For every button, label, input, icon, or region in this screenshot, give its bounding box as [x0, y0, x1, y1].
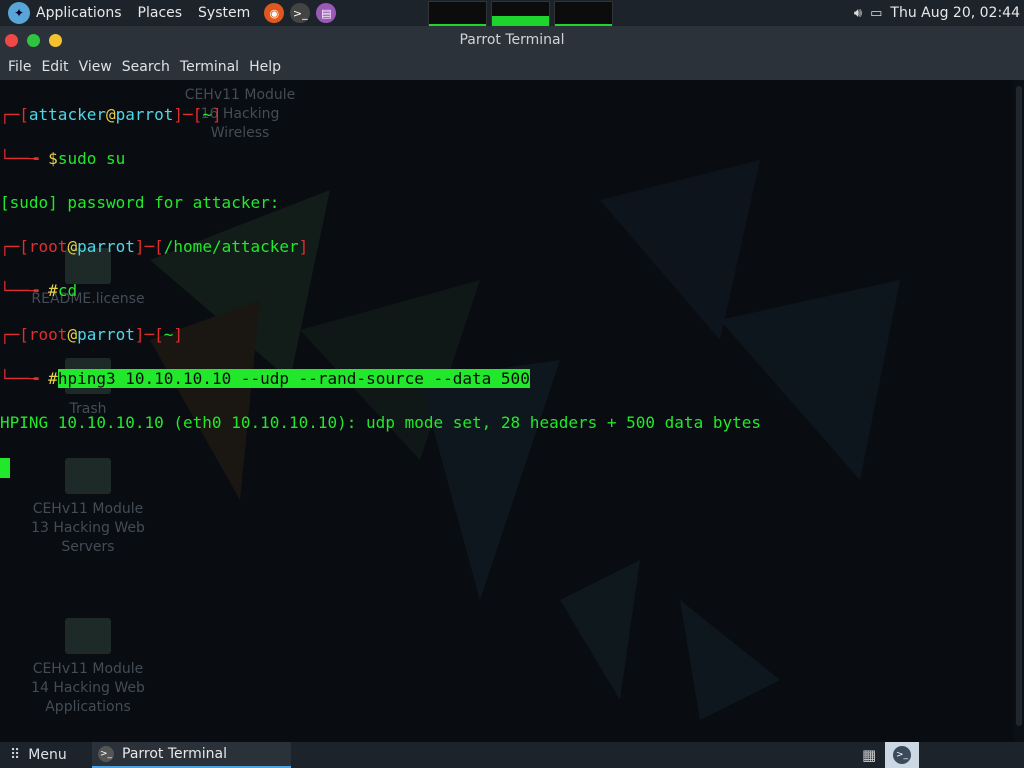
menu-terminal[interactable]: Terminal [180, 59, 239, 75]
terminal-scrollbar[interactable] [1014, 80, 1024, 742]
window-title: Parrot Terminal [459, 32, 565, 48]
memory-monitor [491, 1, 550, 27]
terminal-icon: >_ [893, 746, 911, 764]
settings-icon[interactable]: ▦ [862, 746, 876, 764]
network-monitor [554, 1, 613, 27]
prompt-line: ┌─[attacker@parrot]─[~] [0, 105, 222, 124]
parrot-logo-icon[interactable]: ✦ [8, 2, 30, 24]
terminal-icon[interactable]: >_ [290, 3, 311, 23]
volume-icon[interactable]: 🔊︎ [854, 6, 862, 21]
scrollbar-thumb[interactable] [1016, 86, 1022, 726]
menu-search[interactable]: Search [122, 59, 170, 75]
command-line: └──╼ #cd [0, 281, 78, 300]
menu-help[interactable]: Help [249, 59, 281, 75]
hping-output: HPING 10.10.10.10 (eth0 10.10.10.10): ud… [0, 413, 761, 432]
prompt-line: ┌─[root@parrot]─[/home/attacker] [0, 237, 309, 256]
terminal-cursor [0, 457, 10, 478]
bottom-taskbar: ⠿ Menu >_ Parrot Terminal ▦ >_ [0, 742, 1024, 768]
window-titlebar[interactable]: Parrot Terminal [0, 26, 1024, 54]
notes-icon[interactable]: ▤ [316, 3, 337, 23]
system-menu[interactable]: System [198, 5, 250, 21]
command-line: └──╼ $sudo su [0, 149, 126, 168]
terminal-output: ┌─[attacker@parrot]─[~] └──╼ $sudo su [s… [0, 82, 761, 522]
menu-file[interactable]: File [8, 59, 31, 75]
command-line: └──╼ #hping3 10.10.10.10 --udp --rand-so… [0, 369, 530, 388]
cpu-monitor [428, 1, 487, 27]
terminal-area[interactable]: CEHv11 Module 16 Hacking Wireless README… [0, 80, 1014, 742]
output-line: [sudo] password for attacker: [0, 193, 280, 212]
terminal-icon: >_ [98, 746, 114, 762]
system-monitors[interactable] [428, 1, 613, 27]
selected-command: hping3 10.10.10.10 --udp --rand-source -… [57, 369, 530, 388]
prompt-line: ┌─[root@parrot]─[~] [0, 325, 184, 344]
menu-edit[interactable]: Edit [41, 59, 68, 75]
workspace-terminal-button[interactable]: >_ [885, 742, 919, 768]
taskbar-item-parrot-terminal[interactable]: >_ Parrot Terminal [92, 742, 291, 768]
terminal-menubar: File Edit View Search Terminal Help [0, 54, 1024, 80]
desktop-icon-module14[interactable]: CEHv11 Module 14 Hacking Web Application… [28, 618, 148, 717]
clock[interactable]: Thu Aug 20, 02:44 [890, 5, 1020, 21]
firefox-icon[interactable]: ◉ [264, 3, 285, 23]
screen-icon[interactable]: ▭ [870, 6, 882, 21]
folder-icon [65, 618, 111, 654]
applications-menu[interactable]: Applications [36, 5, 122, 21]
grid-icon: ⠿ [10, 747, 21, 763]
menu-view[interactable]: View [79, 59, 112, 75]
start-menu-button[interactable]: ⠿ Menu [10, 747, 67, 763]
places-menu[interactable]: Places [138, 5, 183, 21]
cursor-line [0, 456, 761, 478]
top-panel: ✦ Applications Places System ◉ >_ ▤ 🔊︎ ▭… [0, 0, 1024, 27]
